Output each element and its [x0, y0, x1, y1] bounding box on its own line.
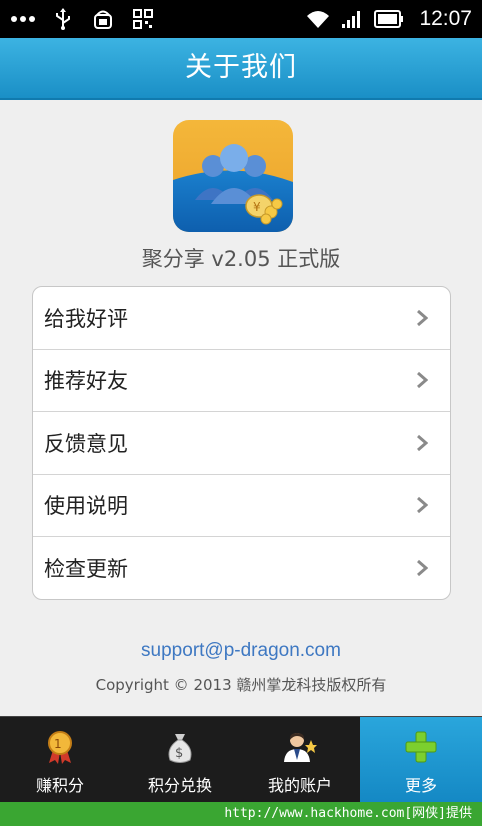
- menu-item-label: 反馈意见: [44, 431, 128, 456]
- menu-item-feedback[interactable]: 反馈意见: [33, 412, 450, 475]
- about-menu: 给我好评 推荐好友 反馈意见 使用说明 检查更新: [32, 286, 451, 600]
- signal-icon: [339, 6, 365, 32]
- status-bar-notifications: [10, 0, 156, 38]
- more-dots-icon: [10, 6, 36, 32]
- usb-icon: [50, 6, 76, 32]
- nav-item-my-account[interactable]: 我的账户: [240, 717, 360, 803]
- menu-item-check-update[interactable]: 检查更新: [33, 537, 450, 599]
- status-bar: 12:07: [0, 0, 482, 38]
- nav-label: 更多: [404, 776, 437, 795]
- menu-item-recommend-friends[interactable]: 推荐好友: [33, 350, 450, 412]
- chevron-right-icon: [417, 497, 428, 514]
- menu-item-instructions[interactable]: 使用说明: [33, 475, 450, 537]
- chevron-right-icon: [417, 434, 428, 451]
- nav-label: 赚积分: [35, 776, 84, 795]
- nav-item-more[interactable]: 更多: [360, 717, 482, 803]
- title-bar: 关于我们: [0, 38, 482, 100]
- medal-icon: 1: [42, 729, 78, 765]
- svg-text:1: 1: [54, 737, 62, 751]
- menu-item-label: 检查更新: [44, 557, 128, 582]
- menu-item-label: 使用说明: [44, 494, 128, 519]
- chevron-right-icon: [417, 560, 428, 577]
- svg-text:¥: ¥: [253, 200, 261, 214]
- copyright-text: Copyright © 2013 赣州掌龙科技版权所有: [95, 676, 387, 694]
- watermark-bar: http://www.hackhome.com[网侠]提供: [0, 802, 482, 826]
- menu-item-label: 给我好评: [44, 306, 128, 331]
- status-time: 12:07: [419, 7, 472, 30]
- svg-text:$: $: [175, 746, 183, 761]
- qr-code-icon: [130, 6, 156, 32]
- wifi-icon: [305, 6, 331, 32]
- chevron-right-icon: [417, 372, 428, 389]
- nav-item-points-exchange[interactable]: $ 积分兑换: [120, 717, 240, 803]
- page-title: 关于我们: [185, 52, 297, 83]
- nav-label: 我的账户: [267, 776, 332, 795]
- android-debug-icon: [90, 6, 116, 32]
- menu-item-label: 推荐好友: [44, 369, 128, 394]
- battery-icon: [373, 6, 405, 32]
- chevron-right-icon: [417, 309, 428, 326]
- app-logo: ¥: [173, 120, 293, 232]
- user-account-icon: [282, 729, 318, 765]
- nav-label: 积分兑换: [147, 776, 212, 795]
- support-email-link[interactable]: support@p-dragon.com: [0, 640, 482, 662]
- app-version: 聚分享 v2.05 正式版: [141, 247, 341, 271]
- status-bar-system: 12:07: [305, 0, 472, 38]
- bottom-nav: 1 赚积分 $ 积分兑换 我的账户 更多: [0, 716, 482, 803]
- money-bag-icon: $: [162, 729, 198, 765]
- menu-item-rate-us[interactable]: 给我好评: [33, 287, 450, 350]
- watermark-text: http://www.hackhome.com[网侠]提供: [224, 806, 472, 821]
- plus-icon: [403, 729, 439, 765]
- nav-item-earn-points[interactable]: 1 赚积分: [0, 717, 120, 803]
